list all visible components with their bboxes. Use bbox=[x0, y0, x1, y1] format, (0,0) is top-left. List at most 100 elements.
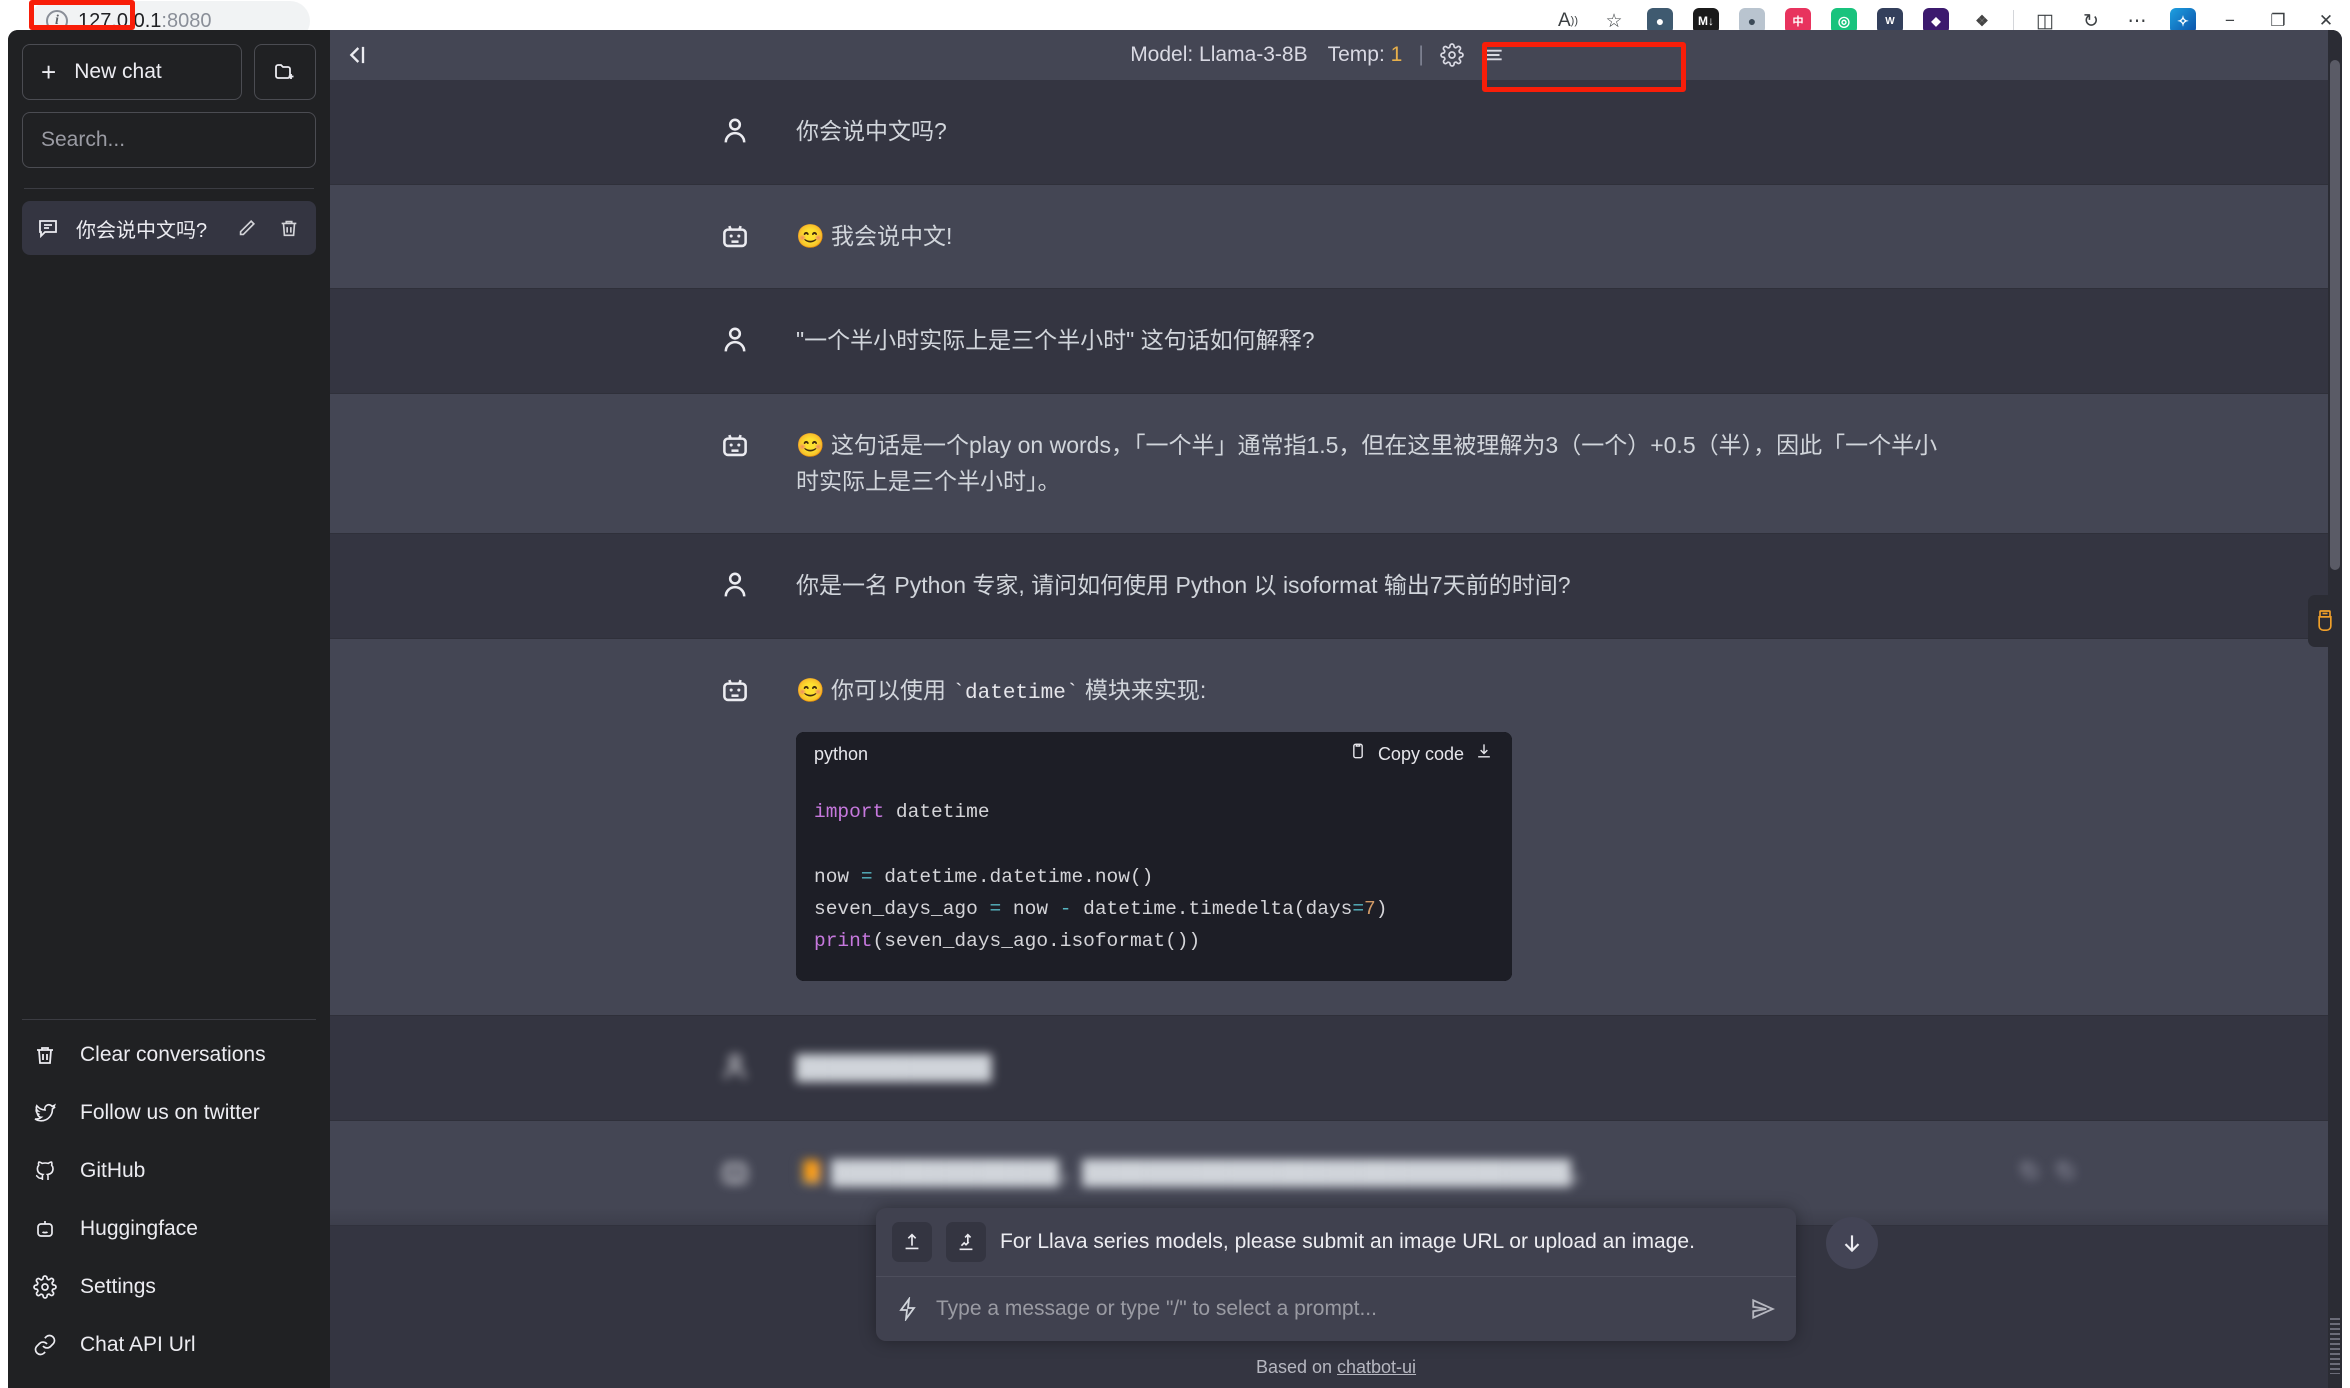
conversation-item[interactable]: 你会说中文吗? bbox=[22, 201, 316, 255]
message-row-user: 你会说中文吗? bbox=[330, 80, 2342, 185]
send-icon[interactable] bbox=[1750, 1296, 1776, 1322]
code-language-label: python bbox=[814, 744, 869, 765]
trash-icon[interactable] bbox=[276, 215, 302, 241]
message-row-user: 你是一名 Python 专家, 请问如何使用 Python 以 isoforma… bbox=[330, 534, 2342, 639]
clipboard-icon[interactable] bbox=[1348, 741, 1368, 770]
hamburger-menu-icon[interactable] bbox=[1480, 42, 1506, 68]
code-token: 7 bbox=[1364, 897, 1376, 920]
new-folder-icon bbox=[275, 64, 294, 79]
scrollbar-thumb[interactable] bbox=[2330, 60, 2340, 570]
sidebar-bottom-divider bbox=[22, 1019, 316, 1020]
code-token: import bbox=[814, 801, 885, 824]
code-token: print bbox=[814, 930, 873, 953]
usb-device-icon[interactable] bbox=[2308, 595, 2342, 647]
lightning-icon[interactable] bbox=[896, 1297, 920, 1321]
user-avatar-icon bbox=[716, 568, 754, 604]
message-content: 我会说中文! bbox=[831, 222, 953, 249]
user-avatar-icon bbox=[716, 1260, 754, 1296]
code-block-actions[interactable]: Copy code bbox=[1348, 741, 1494, 770]
scroll-to-bottom-button[interactable] bbox=[1826, 1217, 1878, 1269]
sidebar-item-label: Chat API Url bbox=[80, 1333, 196, 1356]
book-emoji: 📙 bbox=[796, 1158, 825, 1185]
image-upload-icon[interactable] bbox=[946, 1222, 986, 1262]
chat-scroll-area[interactable]: 你会说中文吗? 😊 我会说中文! "一个半小时实际上是三个半小时" 这句话如何解… bbox=[330, 80, 2342, 1388]
message-text: 你是一名 Python 专家, 请问如何使用 Python 以 isoforma… bbox=[796, 572, 1571, 599]
chatbot-ui-link[interactable]: chatbot-ui bbox=[1337, 1357, 1416, 1377]
sidebar-item-label: Huggingface bbox=[80, 1217, 198, 1240]
plus-icon: + bbox=[41, 57, 57, 87]
message-text: 😊 这句话是一个play on words，「一个半」通常指1.5，但在这里被理… bbox=[796, 428, 1956, 499]
pencil-icon[interactable] bbox=[234, 215, 260, 241]
toolbar-divider bbox=[2013, 10, 2014, 32]
conversation-title: 你会说中文吗? bbox=[76, 219, 208, 242]
page-scrollbar[interactable] bbox=[2328, 30, 2342, 1388]
message-row-assistant: 😊 这句话是一个play on words，「一个半」通常指1.5，但在这里被理… bbox=[330, 393, 2342, 535]
sidebar-divider bbox=[24, 188, 314, 189]
collapse-sidebar-icon[interactable] bbox=[342, 30, 370, 80]
code-token: (seven_days_ago.isoformat()) bbox=[872, 930, 1201, 953]
upload-icon[interactable] bbox=[892, 1222, 932, 1262]
sidebar-item-label: GitHub bbox=[80, 1159, 146, 1182]
user-avatar-icon bbox=[716, 323, 754, 359]
search-input[interactable] bbox=[22, 112, 316, 168]
topbar-center: Model: Llama-3-8B Temp: 1 | bbox=[1126, 41, 1506, 69]
resize-grip-icon[interactable] bbox=[2330, 1318, 2340, 1374]
code-token: datetime.timedelta(days bbox=[1071, 897, 1353, 920]
model-label[interactable]: Model: Llama-3-8B bbox=[1126, 41, 1311, 69]
temp-label[interactable]: Temp: 1 bbox=[1328, 43, 1403, 67]
message-row-user: ████████████ bbox=[330, 1016, 2342, 1121]
message-text: 😊 你可以使用 `datetime` 模块来实现: python Copy co… bbox=[796, 673, 1956, 982]
huggingface-icon bbox=[32, 1216, 58, 1242]
sidebar: + New chat 你会说中文吗? bbox=[8, 30, 330, 1388]
smile-emoji: 😊 bbox=[796, 431, 825, 458]
sidebar-item-settings[interactable]: Settings bbox=[22, 1258, 316, 1316]
github-icon bbox=[32, 1158, 58, 1184]
sidebar-item-twitter[interactable]: Follow us on twitter bbox=[22, 1084, 316, 1142]
info-icon[interactable]: i bbox=[46, 10, 68, 32]
message-content: ██████████████，█████████████████████████… bbox=[831, 1158, 1595, 1185]
bot-avatar-icon bbox=[716, 1155, 754, 1191]
code-line: seven_days_ago = now - datetime.timedelt… bbox=[814, 893, 1494, 925]
sidebar-item-chat-api-url[interactable]: Chat API Url bbox=[22, 1316, 316, 1374]
message-row-assistant: 😊 我会说中文! bbox=[330, 184, 2342, 290]
new-folder-button[interactable] bbox=[254, 44, 316, 100]
copy-icon[interactable] bbox=[2018, 1159, 2040, 1186]
code-token: datetime bbox=[884, 801, 990, 824]
code-block: python Copy code import datetime now = d… bbox=[796, 732, 1512, 982]
message-actions[interactable] bbox=[2018, 1159, 2076, 1186]
copy-code-label[interactable]: Copy code bbox=[1378, 741, 1464, 769]
code-line: import datetime bbox=[814, 796, 1494, 828]
footer-note: Based on chatbot-ui bbox=[330, 1357, 2342, 1378]
sidebar-item-clear-conversations[interactable]: Clear conversations bbox=[22, 1026, 316, 1084]
prompt-input[interactable] bbox=[936, 1297, 1734, 1321]
copy-icon[interactable] bbox=[2054, 1159, 2076, 1186]
sidebar-item-label: Settings bbox=[80, 1275, 156, 1298]
code-token: now bbox=[814, 865, 861, 888]
message-text: 你会说中文吗? bbox=[796, 118, 947, 144]
message-text: 😊 我会说中文! bbox=[796, 219, 1956, 255]
bot-avatar-icon bbox=[716, 428, 754, 499]
gear-icon[interactable] bbox=[1439, 43, 1464, 67]
message-content: 这句话是一个play on words，「一个半」通常指1.5，但在这里被理解为… bbox=[796, 431, 1938, 494]
bot-avatar-icon bbox=[716, 673, 754, 981]
chat-bubble-icon bbox=[39, 220, 57, 239]
download-icon[interactable] bbox=[1474, 741, 1494, 770]
smile-emoji: 😊 bbox=[796, 222, 825, 249]
topbar: Model: Llama-3-8B Temp: 1 | bbox=[330, 30, 2342, 80]
code-line: print(seven_days_ago.isoformat()) bbox=[814, 925, 1494, 957]
sidebar-item-github[interactable]: GitHub bbox=[22, 1142, 316, 1200]
message-content-line: 😊 你可以使用 `datetime` 模块来实现: bbox=[796, 673, 1956, 711]
new-chat-button[interactable]: + New chat bbox=[22, 44, 242, 100]
smile-emoji: 😊 bbox=[796, 676, 825, 703]
composer: For Llava series models, please submit a… bbox=[876, 1208, 1878, 1341]
text-before-code: 你可以使用 bbox=[831, 676, 953, 703]
trash-icon bbox=[32, 1042, 58, 1068]
twitter-icon bbox=[32, 1100, 58, 1126]
topbar-divider: | bbox=[1418, 43, 1424, 66]
code-block-header: python Copy code bbox=[796, 732, 1512, 779]
chatbot-ui-app: + New chat 你会说中文吗? bbox=[8, 30, 2342, 1388]
sidebar-top-row: + New chat bbox=[22, 44, 316, 100]
code-token: now bbox=[1001, 897, 1060, 920]
code-token: ) bbox=[1375, 897, 1388, 920]
sidebar-item-huggingface[interactable]: Huggingface bbox=[22, 1200, 316, 1258]
